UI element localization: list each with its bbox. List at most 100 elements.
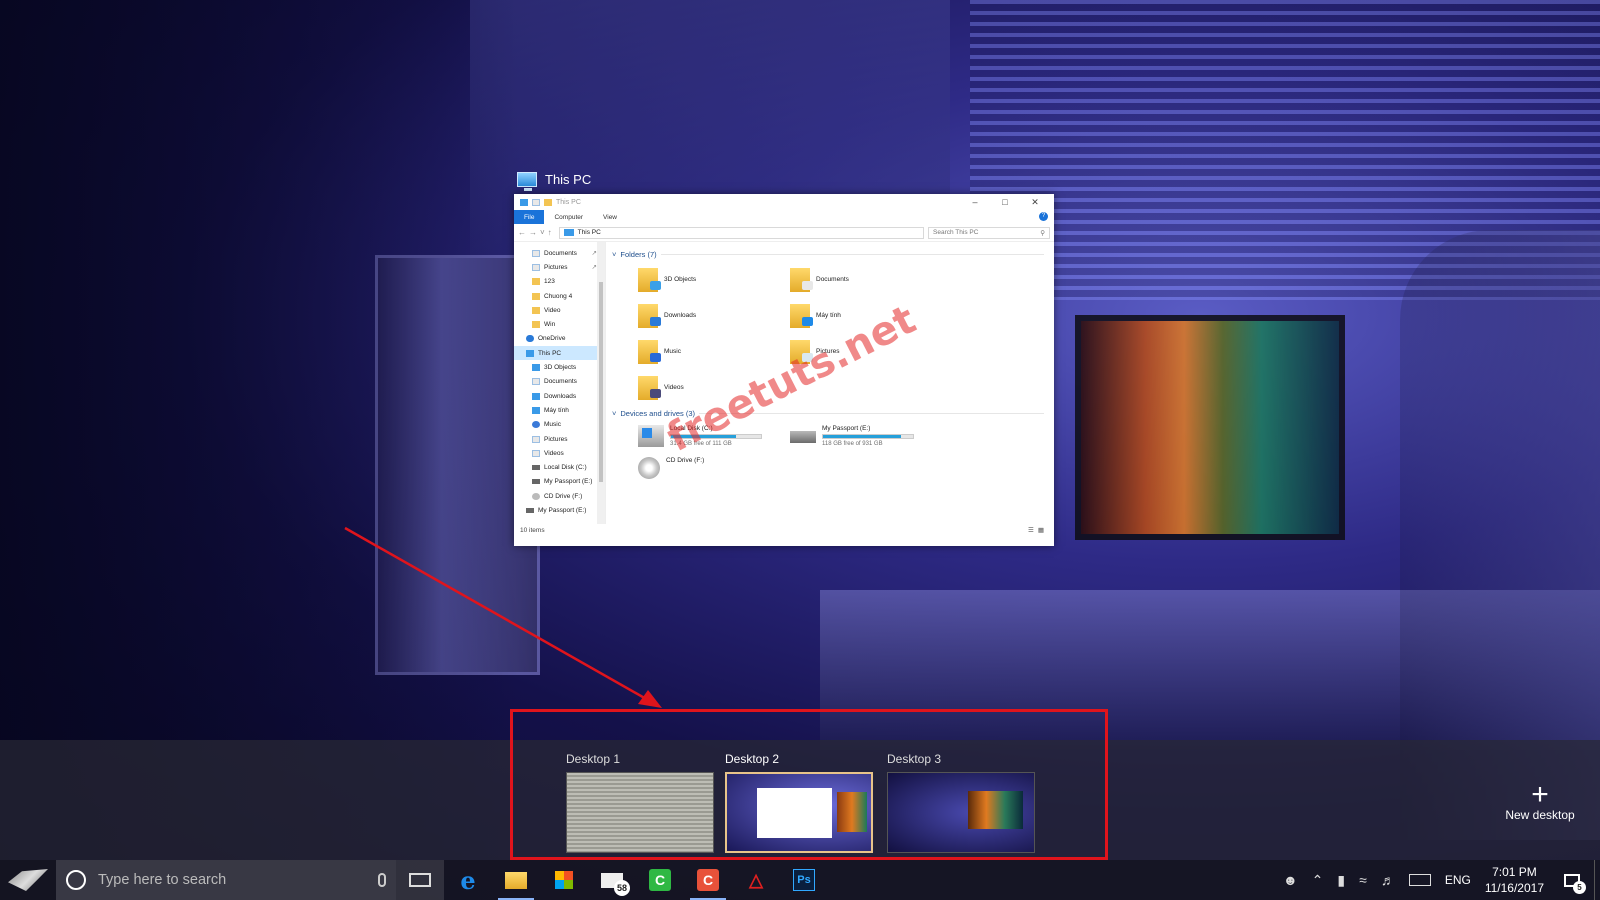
view-toggle-icons[interactable]: ☰▦ (1028, 526, 1048, 534)
nav-item[interactable]: 3D Objects (514, 360, 605, 374)
microphone-icon[interactable] (378, 873, 386, 887)
ribbon-tabs: File Computer View ? (514, 210, 1054, 224)
taskbar-search-placeholder: Type here to search (98, 872, 227, 888)
nav-item[interactable]: Videos (514, 446, 605, 460)
folder-icon (638, 303, 661, 328)
nav-item[interactable]: Local Disk (C:) (514, 460, 605, 474)
window-caption[interactable]: This PC (517, 166, 591, 192)
nav-item[interactable]: Downloads (514, 389, 605, 403)
language-indicator[interactable]: ENG (1445, 873, 1471, 887)
clock[interactable]: 7:01 PM 11/16/2017 (1485, 864, 1544, 896)
nav-item[interactable]: My Passport (E:) (514, 503, 605, 517)
action-center-button[interactable]: 5 (1558, 866, 1586, 894)
nav-item[interactable]: Documents ↗ (514, 246, 605, 260)
nav-item[interactable]: Máy tính (514, 403, 605, 417)
help-icon[interactable]: ? (1039, 212, 1048, 221)
devices-section-header[interactable]: ˅ Devices and drives (3) (612, 407, 1054, 419)
nav-item[interactable]: 123 (514, 275, 605, 289)
nav-arrows-icon[interactable]: ←→˅↑ (518, 228, 555, 237)
folder-label: Videos (664, 384, 684, 391)
folder-item[interactable]: Máy tính (790, 302, 942, 329)
drive-icon (532, 465, 540, 471)
new-desktop-button[interactable]: + New desktop (1490, 780, 1590, 823)
nav-item[interactable]: Music (514, 418, 605, 432)
folder-item[interactable]: Videos (638, 374, 790, 401)
explorer-search-input[interactable]: Search This PC ⚲ (928, 226, 1050, 239)
snagit-button[interactable]: C (684, 860, 732, 900)
nav-item-label: Local Disk (C:) (544, 464, 587, 472)
address-row: ←→˅↑ This PC Search This PC ⚲ (514, 224, 1054, 242)
show-desktop-button[interactable] (1594, 860, 1600, 900)
window-caption-label: This PC (545, 171, 592, 187)
keyboard-icon[interactable] (1408, 874, 1431, 886)
tab-view[interactable]: View (593, 210, 627, 224)
wifi-icon[interactable]: ≈ (1359, 872, 1367, 888)
drive-item[interactable]: CD Drive (F:) (638, 457, 790, 479)
nav-item[interactable]: This PC (514, 346, 605, 361)
folder-item[interactable]: Pictures (790, 338, 942, 365)
folder-icon (532, 321, 540, 329)
cd-icon (532, 492, 540, 500)
msi-app-button[interactable]: △ (732, 860, 780, 900)
file-explorer-window[interactable]: This PC – □ ✕ File Computer View ? ←→˅↑ … (514, 194, 1054, 546)
drive-item[interactable]: My Passport (E:) 118 GB free of 931 GB (790, 425, 942, 447)
nav-item[interactable]: Pictures ↗ (514, 260, 605, 274)
clock-time: 7:01 PM (1492, 865, 1537, 879)
start-button[interactable] (0, 860, 56, 900)
folder-icon (790, 267, 813, 292)
nav-item-label: Music (544, 421, 561, 429)
nav-item[interactable]: Pictures (514, 432, 605, 446)
content-pane: ˅ Folders (7) 3D Objects Documents Downloa… (606, 242, 1054, 524)
tab-computer[interactable]: Computer (544, 210, 593, 224)
folder-icon (505, 871, 527, 889)
folder-item[interactable]: Music (638, 338, 790, 365)
doc-icon (532, 449, 540, 457)
nav-scrollbar[interactable] (597, 242, 605, 524)
snagit-icon: C (697, 869, 719, 891)
nav-item[interactable]: My Passport (E:) (514, 475, 605, 489)
close-icon[interactable]: ✕ (1022, 197, 1048, 208)
system-tray: ☻ ⌃ ▮ ≈ ♬ ENG 7:01 PM 11/16/2017 5 (1283, 864, 1594, 896)
nav-item[interactable]: Video (514, 303, 605, 317)
volume-icon[interactable]: ♬ (1381, 872, 1395, 888)
battery-icon[interactable]: ▮ (1337, 872, 1345, 889)
nav-item[interactable]: Chuong 4 (514, 289, 605, 303)
nav-item[interactable]: Win (514, 317, 605, 331)
folder-item[interactable]: Downloads (638, 302, 790, 329)
drive-item[interactable]: Local Disk (C:) 31.4 GB free of 111 GB (638, 425, 790, 447)
chevron-down-icon: ˅ (612, 249, 617, 259)
store-button[interactable] (540, 860, 588, 900)
address-text: This PC (577, 229, 601, 236)
nav-item[interactable]: CD Drive (F:) (514, 489, 605, 503)
minimize-icon[interactable]: – (962, 197, 988, 207)
nav-item[interactable]: Documents (514, 375, 605, 389)
drive-label: CD Drive (F:) (666, 457, 705, 464)
cortana-icon (66, 870, 86, 890)
blue-icon (532, 406, 540, 414)
explorer-titlebar: This PC – □ ✕ (514, 194, 1054, 210)
task-view-button[interactable] (396, 860, 444, 900)
folders-section-header[interactable]: ˅ Folders (7) (612, 248, 1054, 260)
maximize-icon[interactable]: □ (992, 197, 1018, 207)
photoshop-button[interactable]: Ps (780, 860, 828, 900)
nav-item-label: My Passport (E:) (544, 478, 593, 486)
folder-icon (790, 303, 813, 328)
nav-item[interactable]: OneDrive (514, 332, 605, 346)
file-explorer-button[interactable] (492, 860, 540, 900)
edge-button[interactable]: e (444, 860, 492, 900)
people-icon[interactable]: ☻ (1283, 872, 1298, 888)
folder-icon (532, 306, 540, 314)
taskbar-search[interactable]: Type here to search (56, 860, 396, 900)
item-count: 10 items (520, 526, 545, 534)
mail-button[interactable]: 58 (588, 860, 636, 900)
chevron-down-icon: ˅ (612, 408, 617, 418)
show-hidden-icons-icon[interactable]: ⌃ (1312, 872, 1324, 889)
taskbar: Type here to search e 58 C C △ Ps ☻ ⌃ ▮ … (0, 860, 1600, 900)
camtasia-button[interactable]: C (636, 860, 684, 900)
nav-item-label: Video (544, 306, 561, 314)
address-bar[interactable]: This PC (558, 226, 924, 239)
tab-file[interactable]: File (514, 210, 545, 224)
nav-item-label: OneDrive (538, 335, 566, 343)
folder-item[interactable]: Documents (790, 266, 942, 293)
folder-item[interactable]: 3D Objects (638, 266, 790, 293)
